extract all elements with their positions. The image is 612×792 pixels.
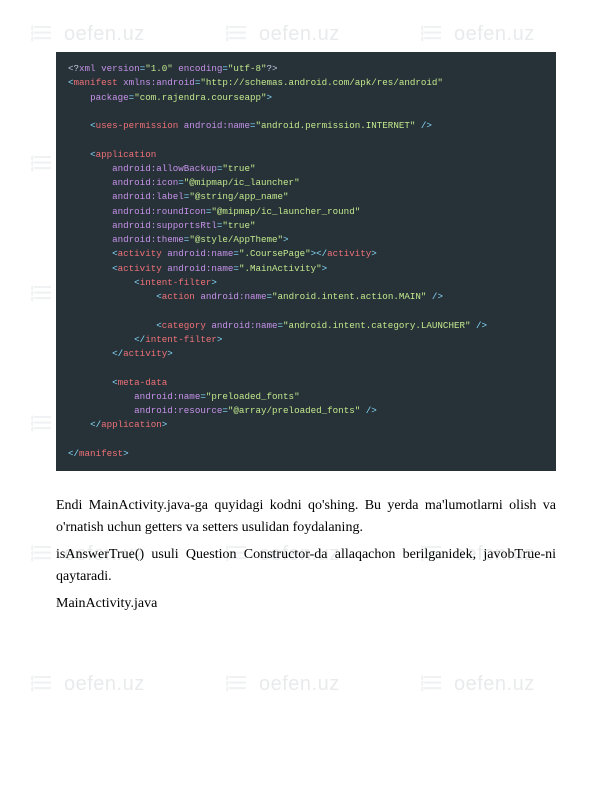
watermark: oefen.uz — [225, 670, 340, 698]
page-content: <?xml version="1.0" encoding="utf-8"?> <… — [0, 0, 612, 659]
paragraph: MainActivity.java — [56, 593, 556, 615]
paragraph: Endi MainActivity.java-ga quyidagi kodni… — [56, 495, 556, 540]
paragraph: isAnswerTrue() usuli Question Constructo… — [56, 544, 556, 589]
watermark: oefen.uz — [420, 670, 535, 698]
watermark: oefen.uz — [30, 670, 145, 698]
code-block: <?xml version="1.0" encoding="utf-8"?> <… — [56, 52, 556, 471]
